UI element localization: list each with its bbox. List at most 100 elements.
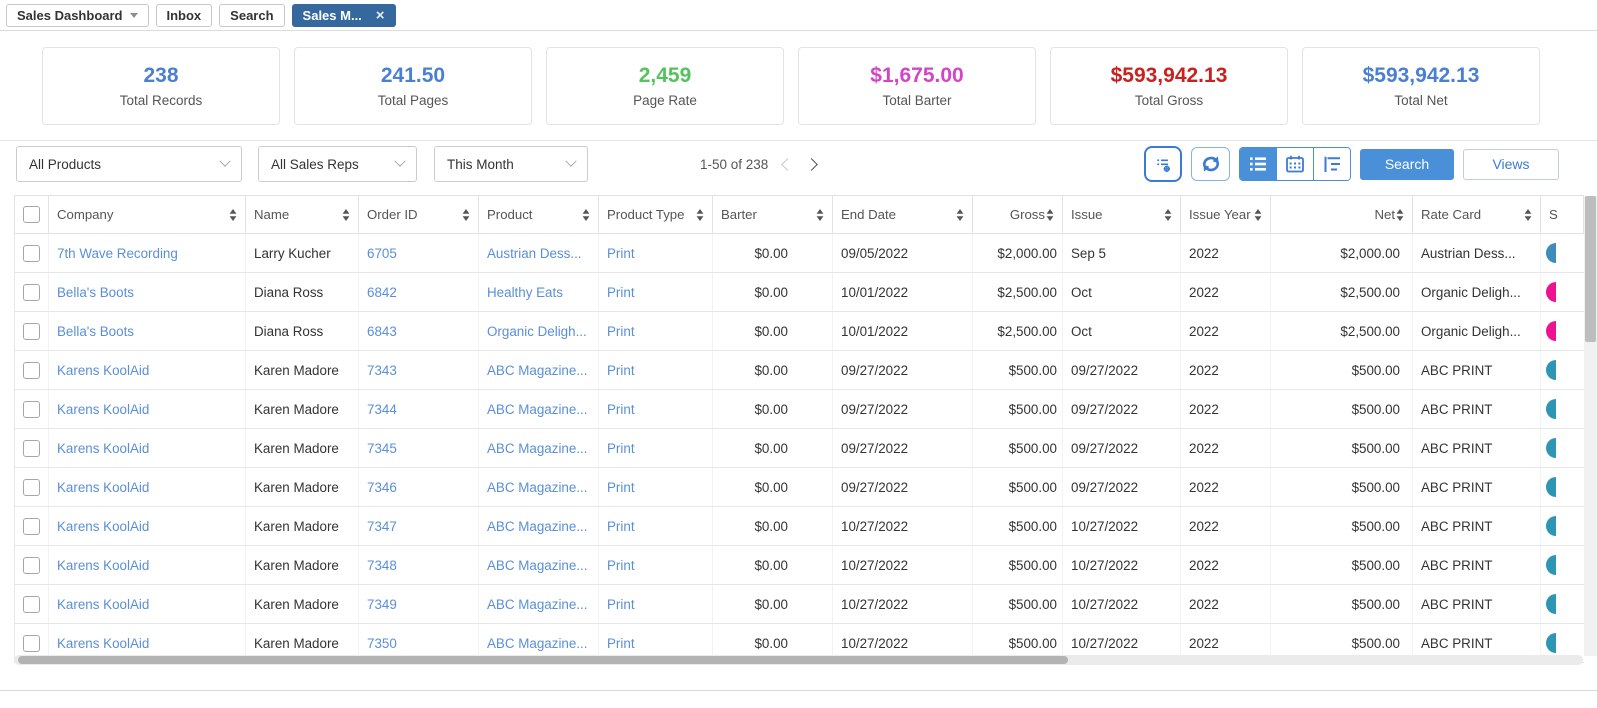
product-link[interactable]: Healthy Eats xyxy=(487,285,563,300)
row-checkbox[interactable] xyxy=(23,517,40,535)
col-header-name[interactable]: Name xyxy=(245,195,359,234)
select-all-checkbox[interactable] xyxy=(23,206,40,223)
product-type-link[interactable]: Print xyxy=(607,246,635,261)
tab-sales-module-active[interactable]: Sales M... × xyxy=(291,3,396,27)
product-link[interactable]: Organic Deligh... xyxy=(487,324,587,339)
col-header-gross[interactable]: Gross xyxy=(972,195,1063,234)
company-link[interactable]: Karens KoolAid xyxy=(57,597,149,612)
company-link[interactable]: Bella's Boots xyxy=(57,285,134,300)
company-link[interactable]: Karens KoolAid xyxy=(57,558,149,573)
product-link[interactable]: Austrian Dess... xyxy=(487,246,582,261)
period-filter-select[interactable]: This Month xyxy=(434,146,588,182)
row-checkbox[interactable] xyxy=(23,556,40,574)
col-header-clipped[interactable]: S xyxy=(1540,195,1584,234)
product-link[interactable]: ABC Magazine... xyxy=(487,636,587,651)
vertical-scrollbar-thumb[interactable] xyxy=(1585,196,1596,342)
row-checkbox[interactable] xyxy=(23,322,40,340)
views-button[interactable]: Views xyxy=(1463,148,1559,180)
tab-sales-dashboard[interactable]: Sales Dashboard xyxy=(6,3,149,27)
product-type-link[interactable]: Print xyxy=(607,597,635,612)
col-header-order-id[interactable]: Order ID xyxy=(358,195,479,234)
vertical-scrollbar[interactable] xyxy=(1584,196,1597,656)
close-icon[interactable]: × xyxy=(376,8,385,23)
report-settings-button[interactable] xyxy=(1144,146,1182,182)
refresh-button[interactable] xyxy=(1191,147,1230,181)
col-header-issue-year[interactable]: Issue Year xyxy=(1180,195,1271,234)
order-id-link[interactable]: 7346 xyxy=(367,480,397,495)
timeline-view-button[interactable] xyxy=(1313,148,1350,180)
col-header-net[interactable]: Net xyxy=(1270,195,1413,234)
product-link[interactable]: ABC Magazine... xyxy=(487,480,587,495)
sales-reps-filter-select[interactable]: All Sales Reps xyxy=(258,146,417,182)
product-type-link[interactable]: Print xyxy=(607,480,635,495)
prev-page-icon[interactable] xyxy=(781,157,795,171)
cell-company: Karens KoolAid xyxy=(48,389,246,429)
col-header-issue[interactable]: Issue xyxy=(1062,195,1181,234)
order-id-link[interactable]: 7343 xyxy=(367,363,397,378)
product-type-link[interactable]: Print xyxy=(607,519,635,534)
row-checkbox[interactable] xyxy=(23,283,40,301)
product-link[interactable]: ABC Magazine... xyxy=(487,519,587,534)
order-id-link[interactable]: 6843 xyxy=(367,324,397,339)
search-button[interactable]: Search xyxy=(1360,148,1454,180)
sort-icon xyxy=(1046,208,1054,221)
rep-color-badge xyxy=(1546,282,1556,302)
product-link[interactable]: ABC Magazine... xyxy=(487,363,587,378)
tab-inbox[interactable]: Inbox xyxy=(155,3,213,27)
product-link[interactable]: ABC Magazine... xyxy=(487,558,587,573)
row-checkbox[interactable] xyxy=(23,361,40,379)
order-id-link[interactable]: 7349 xyxy=(367,597,397,612)
col-header-select[interactable] xyxy=(14,195,49,234)
company-link[interactable]: Karens KoolAid xyxy=(57,441,149,456)
company-link[interactable]: Karens KoolAid xyxy=(57,480,149,495)
col-header-company[interactable]: Company xyxy=(48,195,246,234)
company-link[interactable]: 7th Wave Recording xyxy=(57,246,178,261)
row-checkbox[interactable] xyxy=(23,439,40,457)
stat-value: $593,942.13 xyxy=(1110,64,1228,87)
order-id-link[interactable]: 7350 xyxy=(367,636,397,651)
barter-value: $0.00 xyxy=(754,557,788,573)
calendar-view-button[interactable] xyxy=(1276,148,1313,180)
order-id-link[interactable]: 7347 xyxy=(367,519,397,534)
product-type-link[interactable]: Print xyxy=(607,402,635,417)
row-checkbox[interactable] xyxy=(23,595,40,613)
product-type-link[interactable]: Print xyxy=(607,636,635,651)
row-checkbox[interactable] xyxy=(23,634,40,652)
product-type-link[interactable]: Print xyxy=(607,363,635,378)
cell-gross: $500.00 xyxy=(972,389,1063,429)
tab-search[interactable]: Search xyxy=(219,3,285,27)
company-link[interactable]: Karens KoolAid xyxy=(57,519,149,534)
product-type-link[interactable]: Print xyxy=(607,324,635,339)
product-link[interactable]: ABC Magazine... xyxy=(487,402,587,417)
cell-rate_card: Organic Deligh... xyxy=(1412,311,1541,351)
list-view-button[interactable] xyxy=(1240,148,1276,180)
product-link[interactable]: ABC Magazine... xyxy=(487,441,587,456)
order-id-link[interactable]: 7345 xyxy=(367,441,397,456)
col-header-product-type[interactable]: Product Type xyxy=(598,195,713,234)
company-link[interactable]: Bella's Boots xyxy=(57,324,134,339)
next-page-icon[interactable] xyxy=(805,157,819,171)
order-id-link[interactable]: 7348 xyxy=(367,558,397,573)
row-checkbox[interactable] xyxy=(23,400,40,418)
company-link[interactable]: Karens KoolAid xyxy=(57,363,149,378)
col-header-barter[interactable]: Barter xyxy=(712,195,833,234)
cell-gross: $500.00 xyxy=(972,350,1063,390)
product-type-link[interactable]: Print xyxy=(607,558,635,573)
product-type-link[interactable]: Print xyxy=(607,285,635,300)
row-checkbox[interactable] xyxy=(23,244,40,262)
horizontal-scrollbar-thumb[interactable] xyxy=(18,656,1068,664)
order-id-link[interactable]: 7344 xyxy=(367,402,397,417)
order-id-link[interactable]: 6842 xyxy=(367,285,397,300)
row-checkbox[interactable] xyxy=(23,478,40,496)
company-link[interactable]: Karens KoolAid xyxy=(57,402,149,417)
order-id-link[interactable]: 6705 xyxy=(367,246,397,261)
product-type-link[interactable]: Print xyxy=(607,441,635,456)
company-link[interactable]: Karens KoolAid xyxy=(57,636,149,651)
rate-card-value: Austrian Dess... xyxy=(1421,245,1516,261)
col-header-end-date[interactable]: End Date xyxy=(832,195,973,234)
horizontal-scrollbar[interactable] xyxy=(14,655,1583,665)
col-header-product[interactable]: Product xyxy=(478,195,599,234)
col-header-rate-card[interactable]: Rate Card xyxy=(1412,195,1541,234)
product-link[interactable]: ABC Magazine... xyxy=(487,597,587,612)
products-filter-select[interactable]: All Products xyxy=(16,146,242,182)
